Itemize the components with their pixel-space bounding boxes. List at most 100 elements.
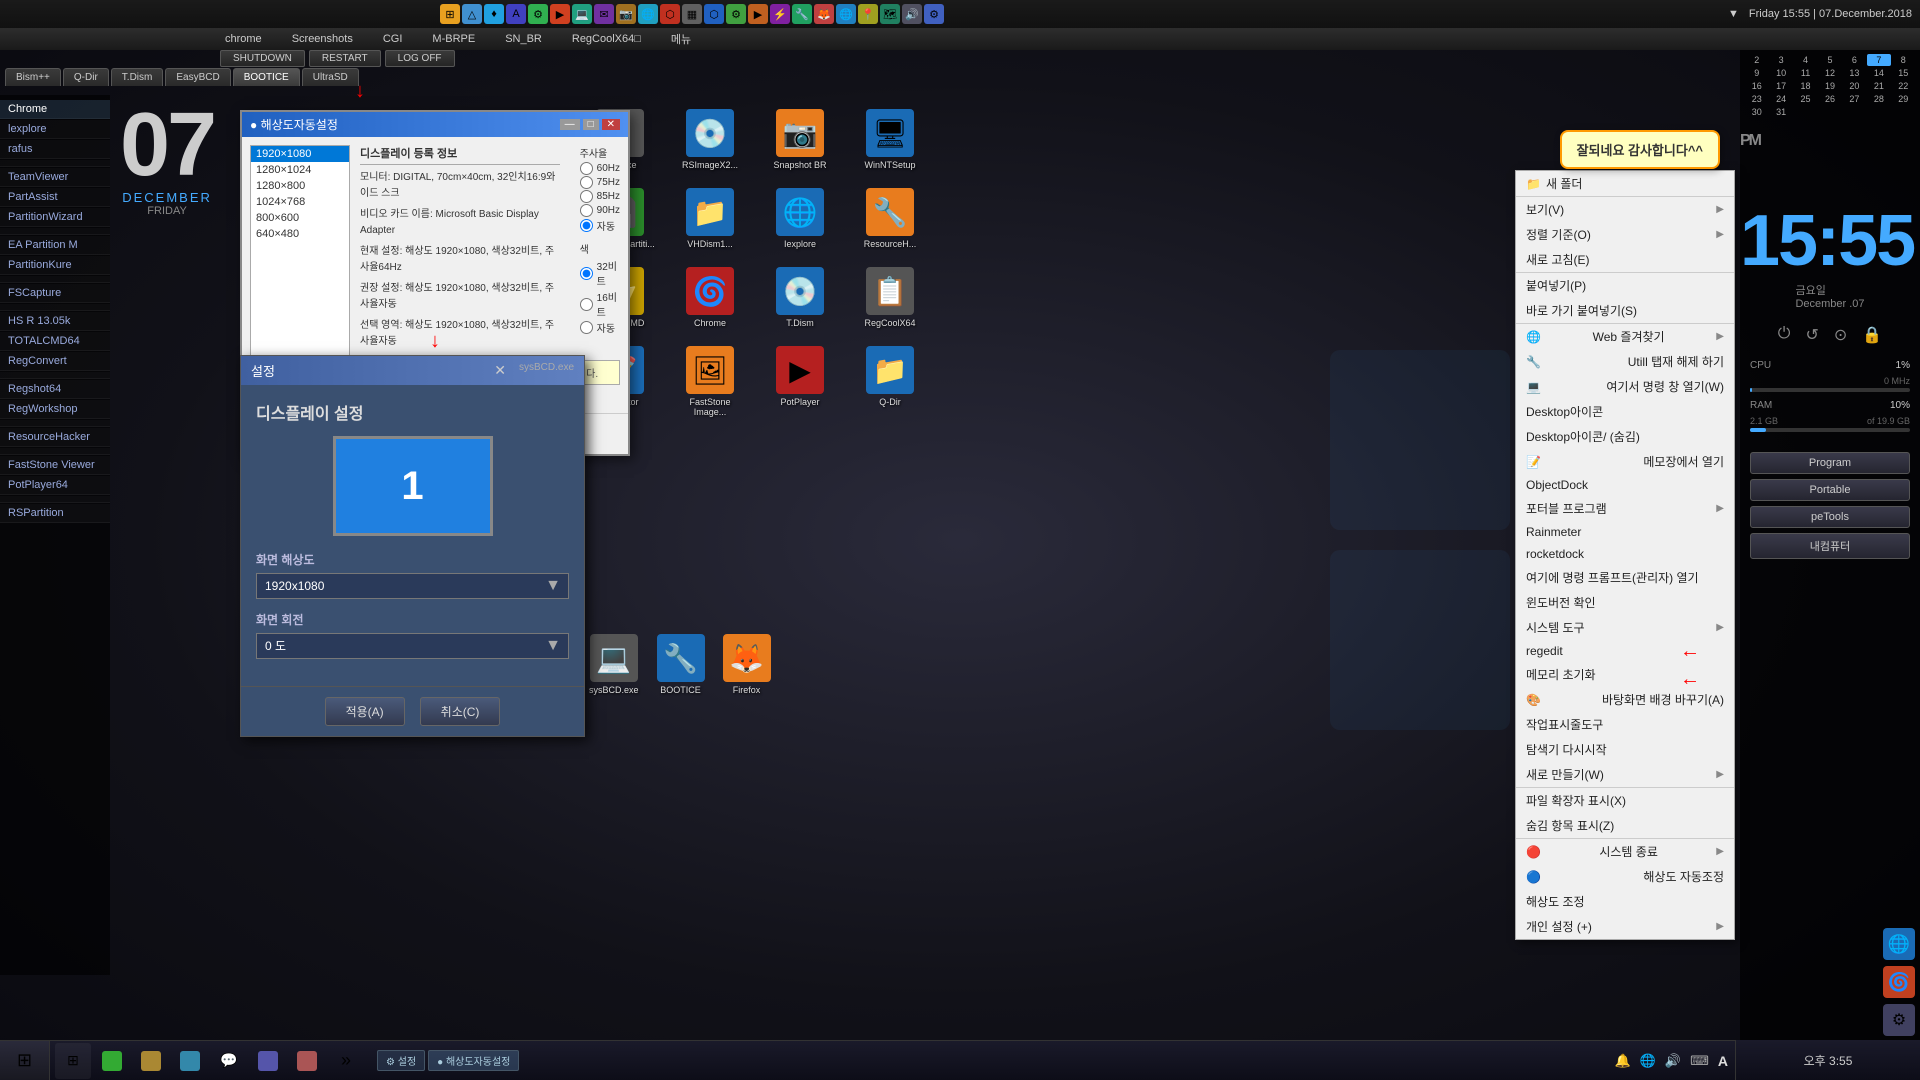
- ctx-regedit[interactable]: regedit: [1516, 640, 1734, 662]
- computer-btn[interactable]: 내컴퓨터: [1750, 533, 1910, 559]
- tb-icon-3[interactable]: [133, 1043, 169, 1079]
- sidebar-fscapture[interactable]: FSCapture: [0, 284, 110, 303]
- start-button[interactable]: ⊞: [0, 1041, 50, 1080]
- tb-icon-5[interactable]: 💬: [211, 1043, 247, 1079]
- logoff-btn[interactable]: LOG OFF: [385, 50, 455, 67]
- ctx-desktop-icon[interactable]: Desktop아이콘: [1516, 399, 1734, 424]
- icon-tdism[interactable]: 💿 T.Dism: [760, 263, 840, 332]
- icon-rsimagex[interactable]: 💿 RSImageX2...: [670, 105, 750, 174]
- icon-winntsetup[interactable]: 🖥 WinNTSetup: [850, 105, 930, 174]
- freq-85hz[interactable]: 85Hz: [580, 190, 620, 203]
- lock-btn[interactable]: 🔒: [1862, 325, 1882, 345]
- tb-icon-1[interactable]: ⊞: [55, 1043, 91, 1079]
- sidebar-regshot[interactable]: Regshot64: [0, 380, 110, 399]
- top-icon-14[interactable]: ⚙: [726, 4, 746, 24]
- icon-resourceh[interactable]: 🔧 ResourceH...: [850, 184, 930, 253]
- top-icon-9[interactable]: 📷: [616, 4, 636, 24]
- menu-chrome[interactable]: chrome: [220, 31, 267, 47]
- top-icon-21[interactable]: 🗺: [880, 4, 900, 24]
- close-btn[interactable]: ✕: [602, 119, 620, 130]
- top-icon-13[interactable]: ⬡: [704, 4, 724, 24]
- tab-bootice[interactable]: BOOTICE: [233, 68, 300, 86]
- extra-icon-right[interactable]: ⚙: [1883, 1004, 1915, 1036]
- dlg-fg-close[interactable]: ✕: [494, 362, 506, 379]
- tb-icon-4[interactable]: [172, 1043, 208, 1079]
- sidebar-regworkshop[interactable]: RegWorkshop: [0, 400, 110, 419]
- shutdown-btn[interactable]: SHUTDOWN: [220, 50, 305, 67]
- power-btn[interactable]: ⏻: [1778, 325, 1791, 345]
- ctx-taskbar-tools[interactable]: 작업표시줄도구: [1516, 712, 1734, 737]
- sidebar-regconvert[interactable]: RegConvert: [0, 352, 110, 371]
- sidebar-chrome[interactable]: Chrome: [0, 100, 110, 119]
- res-800x600[interactable]: 800×600: [251, 210, 349, 226]
- color-32bit[interactable]: 32비트: [580, 258, 620, 288]
- taskbar-win-1[interactable]: ⚙ 설정: [377, 1050, 425, 1071]
- sidebar-ea-partition[interactable]: EA Partition M: [0, 236, 110, 255]
- taskbar-win-2[interactable]: ● 해상도자동설정: [428, 1050, 519, 1071]
- ctx-rainmeter[interactable]: Rainmeter: [1516, 521, 1734, 543]
- settings-btn[interactable]: ⊙: [1834, 325, 1847, 345]
- rotation-select[interactable]: 0 도: [256, 633, 569, 659]
- tab-tdism[interactable]: T.Dism: [111, 68, 164, 86]
- icon-potplayer[interactable]: ▶ PotPlayer: [760, 342, 840, 421]
- top-icon-20[interactable]: 📍: [858, 4, 878, 24]
- sidebar-partitionkure[interactable]: PartitionKure: [0, 256, 110, 275]
- top-icon-23[interactable]: ⚙: [924, 4, 944, 24]
- portable-btn[interactable]: Portable: [1750, 479, 1910, 501]
- ctx-res-adjust[interactable]: 해상도 조정: [1516, 889, 1734, 914]
- resolution-select[interactable]: 1920x1080: [256, 573, 569, 599]
- sidebar-partassist[interactable]: PartAssist: [0, 188, 110, 207]
- freq-75hz[interactable]: 75Hz: [580, 176, 620, 189]
- tab-easybcd[interactable]: EasyBCD: [165, 68, 230, 86]
- top-icon-5[interactable]: ⚙: [528, 4, 548, 24]
- ctx-notepad[interactable]: 📝 메모장에서 열기: [1516, 449, 1734, 474]
- ctx-objectdock[interactable]: ObjectDock: [1516, 474, 1734, 496]
- ctx-shutdown[interactable]: 🔴 시스템 종료 ▶: [1516, 839, 1734, 864]
- refresh-btn[interactable]: ↺: [1805, 325, 1818, 345]
- res-640x480[interactable]: 640×480: [251, 226, 349, 242]
- ctx-paste-shortcut[interactable]: 바로 가기 붙여넣기(S): [1516, 298, 1734, 323]
- freq-90hz[interactable]: 90Hz: [580, 204, 620, 217]
- top-icon-4[interactable]: A: [506, 4, 526, 24]
- res-1024x768[interactable]: 1024×768: [251, 194, 349, 210]
- tb-icon-more[interactable]: »: [328, 1043, 364, 1079]
- tab-bism[interactable]: Bism++: [5, 68, 61, 86]
- res-1280x800[interactable]: 1280×800: [251, 178, 349, 194]
- top-icon-8[interactable]: ✉: [594, 4, 614, 24]
- top-icon-1[interactable]: ⊞: [440, 4, 460, 24]
- tray-icon-4[interactable]: ⌨: [1688, 1051, 1711, 1071]
- ctx-cmd-admin[interactable]: 여기에 명령 프롬프트(관리자) 열기: [1516, 565, 1734, 590]
- icon-vhdism[interactable]: 📁 VHDism1...: [670, 184, 750, 253]
- icon-snapshot[interactable]: 📷 Snapshot BR: [760, 105, 840, 174]
- tray-icon-2[interactable]: 🌐: [1638, 1051, 1658, 1071]
- ctx-res-auto[interactable]: 🔵 해상도 자동조정: [1516, 864, 1734, 889]
- tb-icon-6[interactable]: [250, 1043, 286, 1079]
- menu-cgi[interactable]: CGI: [378, 31, 408, 47]
- tray-icon-1[interactable]: 🔔: [1613, 1051, 1633, 1071]
- icon-qdir[interactable]: 📁 Q-Dir: [850, 342, 930, 421]
- icon-chrome[interactable]: 🌀 Chrome: [670, 263, 750, 332]
- top-icon-12[interactable]: ▦: [682, 4, 702, 24]
- ctx-cmd-here[interactable]: 💻 여기서 명령 창 열기(W): [1516, 374, 1734, 399]
- ie-icon-right[interactable]: 🌐: [1883, 928, 1915, 960]
- top-icon-16[interactable]: ⚡: [770, 4, 790, 24]
- minimize-btn[interactable]: —: [560, 119, 580, 130]
- freq-auto[interactable]: 자동: [580, 218, 620, 233]
- sidebar-faststone[interactable]: FastStone Viewer: [0, 456, 110, 475]
- icon-bootice[interactable]: 🔧 BOOTICE: [653, 630, 709, 699]
- ctx-rocketdock[interactable]: rocketdock: [1516, 543, 1734, 565]
- icon-faststone[interactable]: 🖼 FastStone Image...: [670, 342, 750, 421]
- top-icon-22[interactable]: 🔊: [902, 4, 922, 24]
- sidebar-teamviewer[interactable]: TeamViewer: [0, 168, 110, 187]
- ctx-new-folder[interactable]: 📁 새 폴더: [1516, 171, 1734, 196]
- top-icon-18[interactable]: 🦊: [814, 4, 834, 24]
- petools-btn[interactable]: peTools: [1750, 506, 1910, 528]
- top-icon-7[interactable]: 💻: [572, 4, 592, 24]
- tray-icon-a[interactable]: A: [1716, 1051, 1730, 1071]
- tb-icon-2[interactable]: [94, 1043, 130, 1079]
- sidebar-partitionwizard[interactable]: PartitionWizard: [0, 208, 110, 227]
- color-auto[interactable]: 자동: [580, 320, 620, 335]
- ctx-desktop-icon-hidden[interactable]: Desktop아이콘/ (숨김): [1516, 424, 1734, 449]
- ctx-refresh[interactable]: 새로 고침(E): [1516, 247, 1734, 272]
- program-btn[interactable]: Program: [1750, 452, 1910, 474]
